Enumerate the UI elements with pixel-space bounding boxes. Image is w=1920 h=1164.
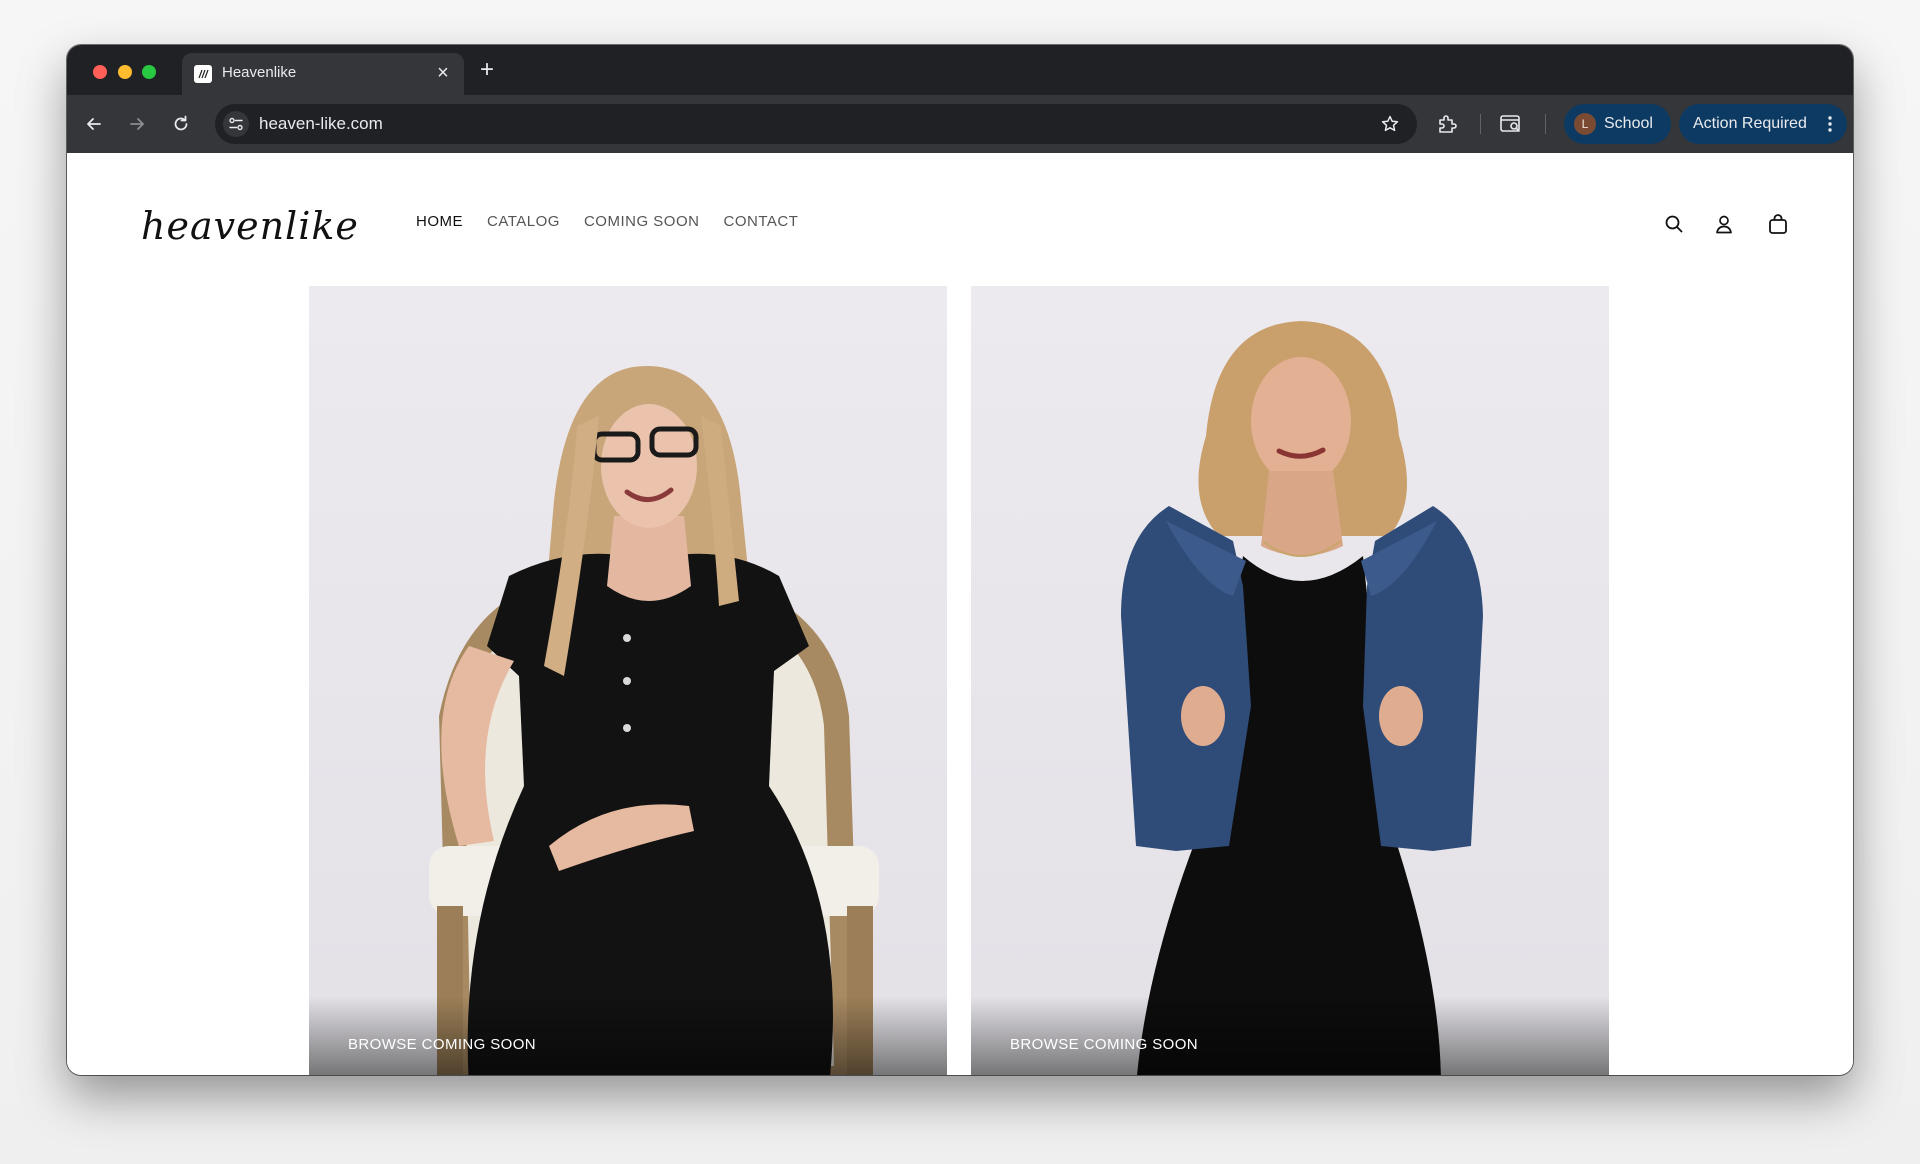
site-settings-icon[interactable]	[223, 111, 249, 137]
search-icon[interactable]	[1660, 210, 1688, 238]
nav-home[interactable]: HOME	[416, 213, 463, 230]
nav-catalog[interactable]: CATALOG	[487, 213, 560, 230]
reload-icon[interactable]	[167, 110, 195, 138]
new-tab-button[interactable]: +	[473, 56, 501, 84]
action-required-button[interactable]: Action Required	[1679, 104, 1847, 144]
bookmark-star-icon[interactable]	[1377, 111, 1403, 137]
shopping-bag-icon[interactable]	[1764, 210, 1792, 238]
site-logo-text: heavenlike	[141, 204, 359, 248]
browse-coming-soon-link[interactable]: BROWSE COMING SOON	[348, 1036, 536, 1053]
extensions-icon[interactable]	[1433, 110, 1461, 138]
tab-strip: Heavenlike × +	[67, 45, 1853, 95]
site-logo[interactable]: heavenlike	[139, 197, 369, 255]
model-photo-seated	[429, 365, 879, 1075]
account-icon[interactable]	[1710, 210, 1738, 238]
maximize-window-button[interactable]	[142, 65, 156, 79]
nav-contact[interactable]: CONTACT	[723, 213, 798, 230]
nav-coming-soon[interactable]: COMING SOON	[584, 213, 700, 230]
main-nav: HOME CATALOG COMING SOON CONTACT	[416, 213, 822, 230]
toolbar-divider	[1545, 114, 1546, 134]
minimize-window-button[interactable]	[118, 65, 132, 79]
web-page: heavenlike HOME CATALOG COMING SOON CONT…	[67, 153, 1853, 1075]
tab-title: Heavenlike	[222, 64, 297, 81]
toolbar-divider	[1480, 114, 1481, 134]
close-window-button[interactable]	[93, 65, 107, 79]
profile-label: School	[1604, 115, 1653, 132]
address-bar[interactable]: heaven-like.com	[215, 104, 1417, 144]
forward-arrow-icon[interactable]	[123, 110, 151, 138]
action-required-label: Action Required	[1693, 115, 1807, 132]
site-favicon-icon	[194, 65, 212, 83]
profile-button[interactable]: L School	[1564, 104, 1671, 144]
more-vert-icon[interactable]	[1823, 112, 1837, 136]
tab-search-icon[interactable]	[1497, 110, 1525, 138]
browser-toolbar: heaven-like.com L School Action Required	[67, 95, 1853, 153]
browser-window: Heavenlike × + heaven-like.com L School …	[67, 45, 1853, 1075]
back-arrow-icon[interactable]	[80, 110, 108, 138]
avatar: L	[1574, 113, 1596, 135]
url-text[interactable]: heaven-like.com	[259, 114, 383, 134]
browser-tab[interactable]: Heavenlike ×	[182, 53, 464, 95]
tab-close-button[interactable]: ×	[432, 62, 454, 84]
product-card[interactable]: BROWSE COMING SOON	[309, 286, 947, 1075]
model-photo-standing	[1121, 321, 1483, 1075]
browse-coming-soon-link[interactable]: BROWSE COMING SOON	[1010, 1036, 1198, 1053]
product-card[interactable]: BROWSE COMING SOON	[971, 286, 1609, 1075]
